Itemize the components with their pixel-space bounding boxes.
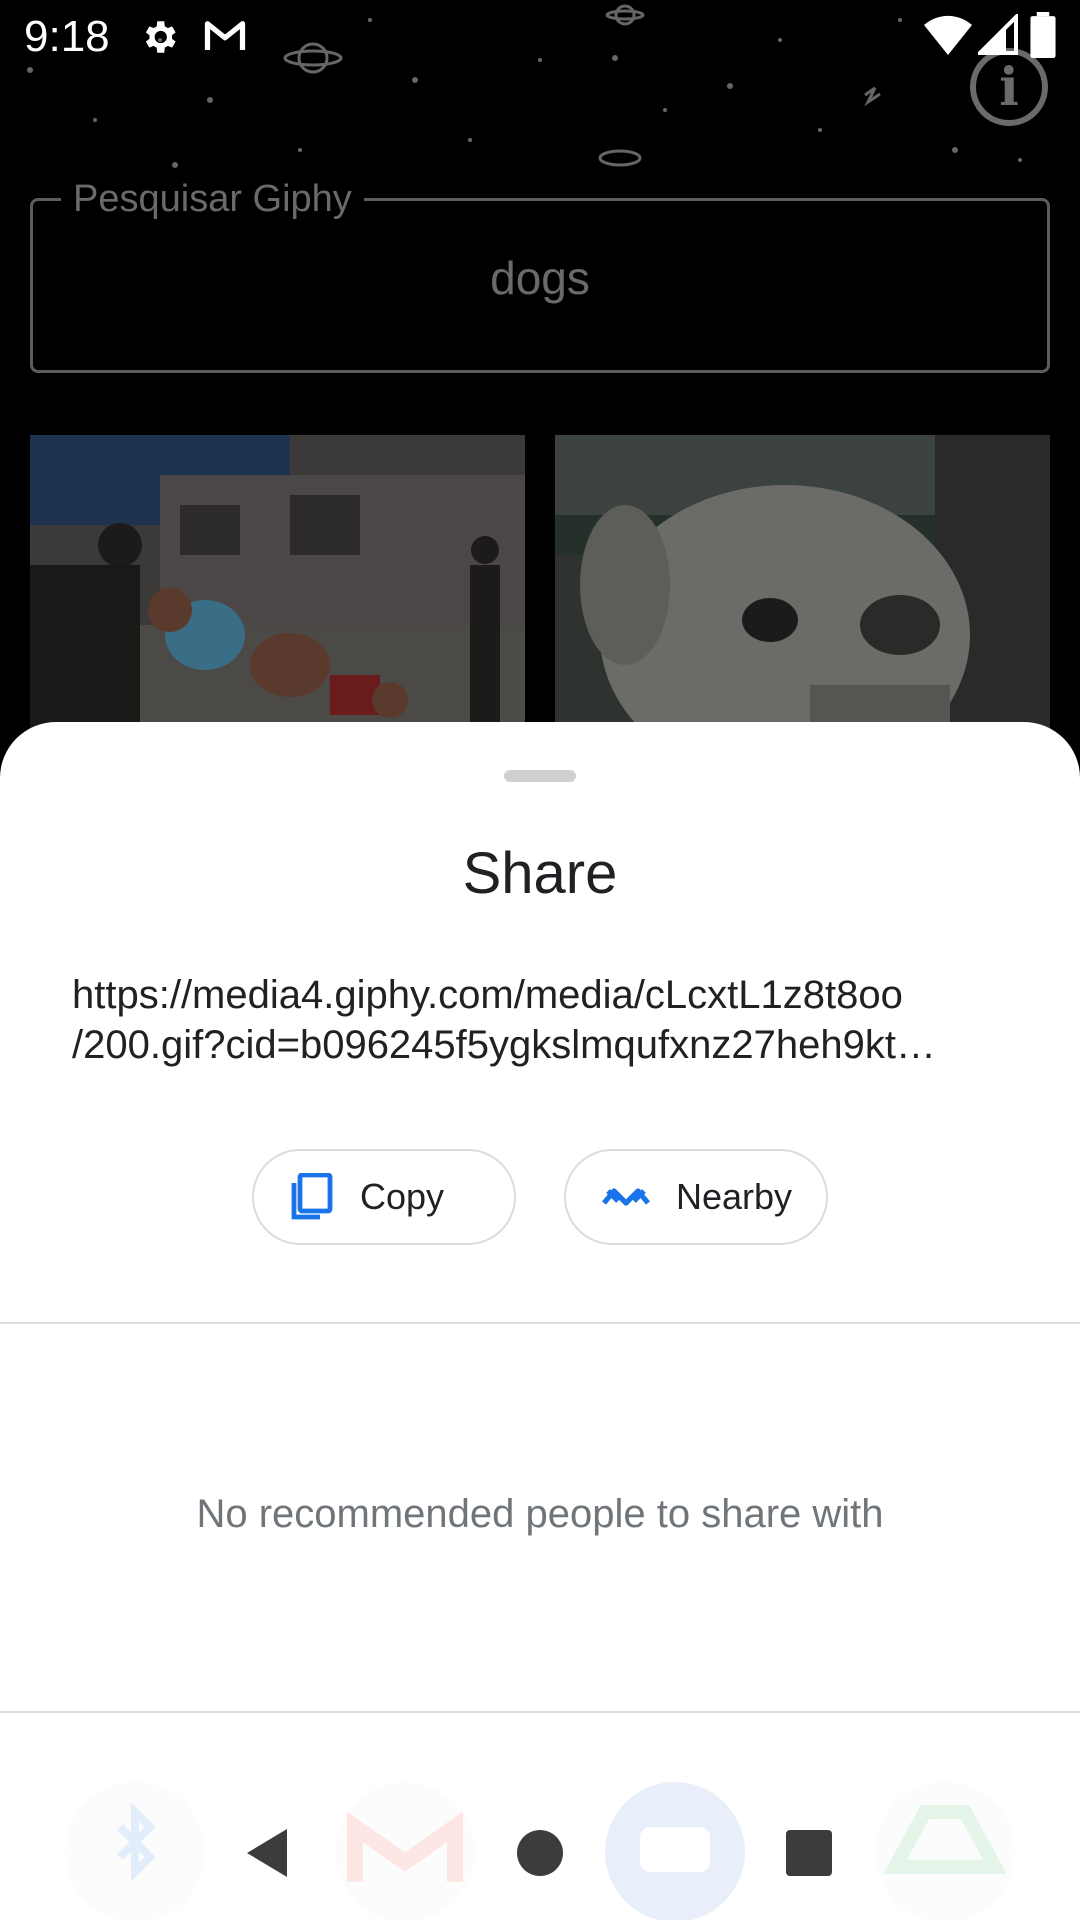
shared-url: https://media4.giphy.com/media/cLcxtL1z8… [72,970,1012,1070]
navigation-bar [0,1778,1080,1920]
wifi-icon [924,15,972,55]
shared-url-line-1: https://media4.giphy.com/media/cLcxtL1z8… [72,973,903,1017]
status-time: 9:18 [24,12,110,61]
gif-result-1[interactable] [30,435,525,735]
share-sheet-title: Share [462,841,618,906]
drag-handle[interactable] [504,770,576,782]
recents-icon [786,1830,832,1876]
divider [0,1322,1080,1324]
home-button[interactable] [505,1824,575,1882]
search-input[interactable]: Pesquisar Giphy dogs [30,179,1050,373]
nearby-label: Nearby [676,1176,793,1217]
shared-url-line-2: /200.gif?cid=b096245f5ygkslmqufxnz27heh9… [72,1023,936,1067]
recents-button[interactable] [774,1824,844,1882]
home-icon [517,1830,563,1876]
divider [0,1711,1080,1713]
search-value: dogs [490,252,590,304]
settings-icon [145,21,176,53]
share-sheet: Share https://media4.giphy.com/media/cLc… [0,722,1080,1920]
search-label: Pesquisar Giphy [61,179,364,219]
back-icon [247,1829,287,1877]
copy-icon [290,1173,334,1221]
screen: i Pesquisar Giphy dogs 9:18 Share https:… [0,0,1080,1920]
gif-result-2[interactable] [555,435,1050,735]
copy-label: Copy [360,1176,445,1217]
signal-icon [978,14,1018,55]
copy-button[interactable]: Copy [252,1149,516,1245]
no-recommended-people-text: No recommended people to share with [196,1492,884,1536]
back-button[interactable] [232,1824,302,1882]
nearby-share-icon [602,1183,650,1211]
status-bar: 9:18 [0,0,1080,72]
nearby-share-button[interactable]: Nearby [564,1149,828,1245]
gmail-icon [204,21,246,50]
battery-icon [1030,12,1056,58]
